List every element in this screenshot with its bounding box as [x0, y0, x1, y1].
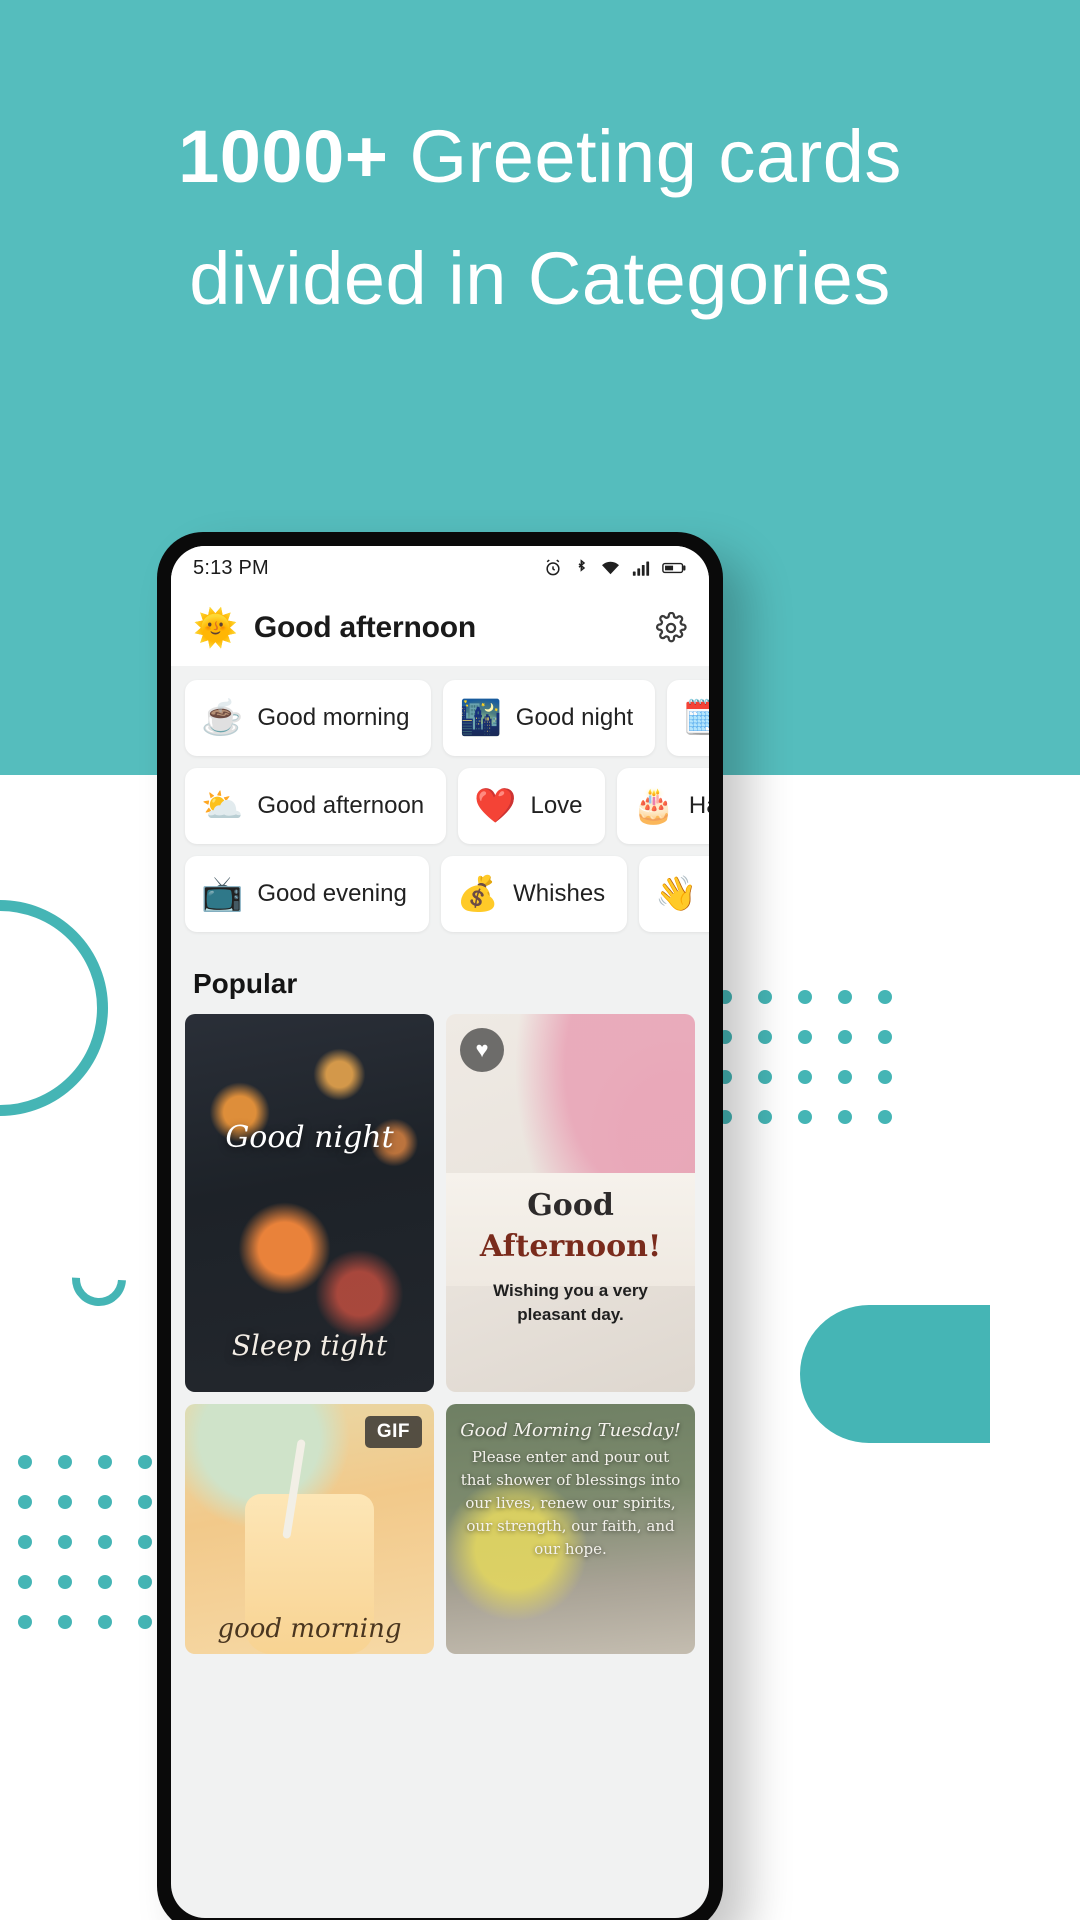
money-bag-icon: 💰 — [456, 875, 500, 913]
greeting-card-good-afternoon[interactable]: ♥ Good Afternoon! Wishing you a very ple… — [446, 1014, 695, 1392]
greeting-card-good-night[interactable]: Good night Sleep tight — [185, 1014, 434, 1392]
promo-screenshot: 1000+ Greeting cards divided in Categori… — [0, 0, 1080, 1920]
card-text-primary: good morning — [217, 1614, 402, 1644]
sun-with-face-icon: 🌞 — [193, 607, 238, 648]
alarm-icon — [546, 559, 560, 576]
popular-section-title: Popular — [171, 952, 709, 1014]
phone-screen: 5:13 PM 🌞 Good afternoon ☕ Good morning … — [171, 546, 709, 1918]
wifi-icon — [602, 561, 619, 575]
night-moon-icon: 🌃 — [459, 699, 502, 737]
category-chip-today[interactable]: 🗓️ Today — [667, 680, 709, 756]
category-row: 📺 Good evening 💰 Whishes 👋 Hello — [185, 856, 709, 932]
category-chip-good-night[interactable]: 🌃 Good night — [443, 680, 656, 756]
promo-headline: 1000+ Greeting cards divided in Categori… — [0, 96, 1080, 340]
waving-hand-icon: 👋 — [655, 875, 698, 913]
cellular-signal-icon — [632, 561, 650, 576]
decorative-dot-grid-right — [718, 990, 892, 1124]
category-chip-good-afternoon[interactable]: ⛅ Good afternoon — [185, 768, 447, 844]
card-text-primary: Good Morning Tuesday! — [460, 1420, 681, 1441]
category-label: Love — [530, 792, 583, 819]
heart-icon: ♥ — [475, 1037, 489, 1062]
category-label: Good afternoon — [257, 792, 425, 819]
card-text-secondary: Please enter and pour out that shower of… — [460, 1448, 681, 1558]
battery-icon — [662, 562, 686, 574]
status-bar-icons — [543, 558, 687, 578]
phone-mockup: 5:13 PM 🌞 Good afternoon ☕ Good morning … — [157, 532, 723, 1920]
headline-count: 1000+ — [178, 115, 389, 198]
category-chip-good-evening[interactable]: 📺 Good evening — [185, 856, 429, 932]
favorite-badge[interactable]: ♥ — [460, 1028, 504, 1072]
card-text-primary: Good — [527, 1187, 614, 1223]
category-chip-hello[interactable]: 👋 Hello — [639, 856, 709, 932]
status-bar-time: 5:13 PM — [193, 556, 269, 579]
card-text-primary: Good night — [225, 1119, 394, 1155]
greeting-card-good-morning-tuesday[interactable]: Good Morning Tuesday! Please enter and p… — [446, 1404, 695, 1654]
card-text-secondary: Sleep tight — [231, 1328, 388, 1362]
heart-icon: ❤️ — [474, 787, 517, 825]
decorative-dot-grid-left — [18, 1455, 152, 1629]
category-label: Good evening — [257, 880, 407, 907]
app-title: Good afternoon — [253, 611, 476, 644]
bluetooth-icon — [578, 559, 586, 572]
status-bar: 5:13 PM — [171, 546, 709, 590]
category-label: Whishes — [513, 880, 606, 907]
category-chip-whishes[interactable]: 💰 Whishes — [440, 856, 628, 932]
category-label: Happy Birthday — [688, 792, 709, 819]
category-row: ☕ Good morning 🌃 Good night 🗓️ Today — [185, 680, 709, 756]
gif-badge: GIF — [364, 1416, 422, 1448]
greeting-card-good-morning-drink[interactable]: GIF good morning — [185, 1404, 434, 1654]
decorative-blob-right — [800, 1305, 990, 1443]
app-header: 🌞 Good afternoon — [171, 590, 709, 666]
card-text-body: Wishing you a very pleasant day. — [493, 1280, 648, 1324]
category-label: Good morning — [257, 704, 410, 731]
card-text-secondary: Afternoon! — [479, 1229, 662, 1265]
coffee-cup-icon: ☕ — [201, 699, 244, 737]
category-row: ⛅ Good afternoon ❤️ Love 🎂 Happy Birthda… — [185, 768, 709, 844]
gear-icon[interactable] — [655, 612, 687, 644]
calendar-icon: 🗓️ — [683, 699, 709, 737]
television-icon: 📺 — [201, 875, 244, 913]
category-chip-good-morning[interactable]: ☕ Good morning — [185, 680, 432, 756]
birthday-cake-icon: 🎂 — [632, 787, 675, 825]
sun-behind-cloud-icon: ⛅ — [201, 787, 244, 825]
card-text-body: Good Morning Tuesday! Please enter and p… — [446, 1419, 695, 1561]
category-label: Good night — [515, 704, 634, 731]
category-chips-scroller[interactable]: ☕ Good morning 🌃 Good night 🗓️ Today ⛅ — [171, 666, 709, 952]
category-chip-happy-birthday[interactable]: 🎂 Happy Birthday — [616, 768, 709, 844]
category-chip-love[interactable]: ❤️ Love — [458, 768, 605, 844]
popular-card-grid: Good night Sleep tight ♥ Good Afternoon!… — [171, 1014, 709, 1668]
